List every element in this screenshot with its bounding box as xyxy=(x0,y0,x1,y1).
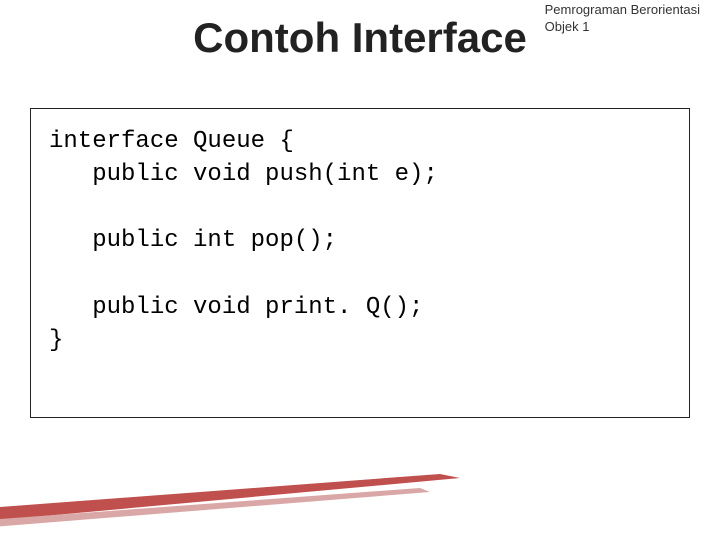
code-line-4: public int pop(); xyxy=(49,227,337,254)
code-line-2: public void push(int e); xyxy=(49,161,438,188)
code-line-7: } xyxy=(49,327,63,354)
page-title: Contoh Interface xyxy=(0,14,720,62)
code-line-1: interface Queue { xyxy=(49,128,294,155)
code-line-6: public void print. Q(); xyxy=(49,294,423,321)
accent-decoration xyxy=(0,470,480,540)
code-container: interface Queue { public void push(int e… xyxy=(30,108,690,418)
code-block: interface Queue { public void push(int e… xyxy=(49,125,671,357)
